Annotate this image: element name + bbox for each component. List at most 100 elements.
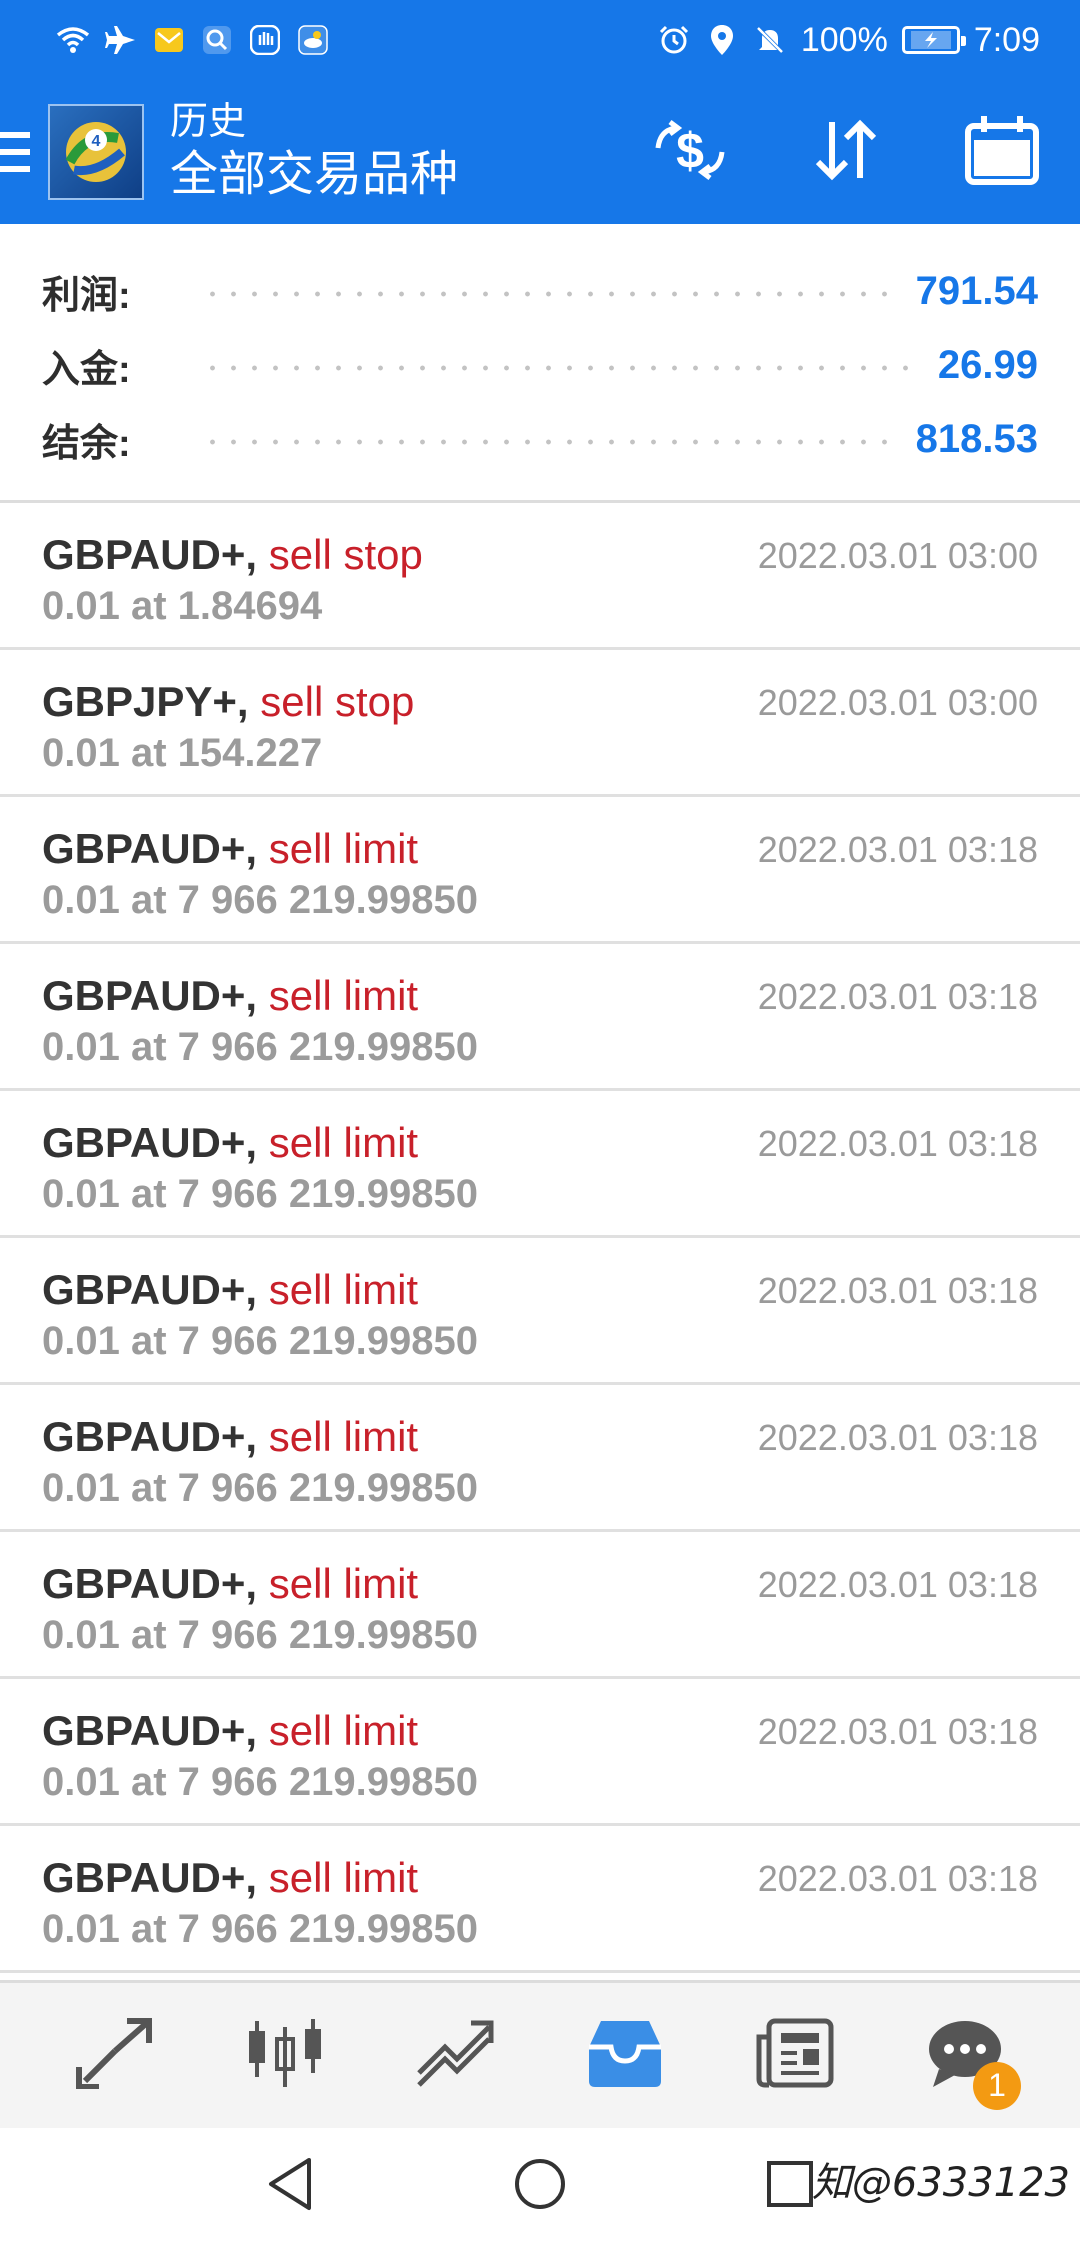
app-bar: 4 历史 全部交易品种 $ bbox=[0, 80, 1080, 224]
page-title: 历史 bbox=[170, 101, 247, 143]
summary-row-balance: 结余: 818.53 bbox=[42, 402, 1038, 476]
alarm-icon bbox=[657, 23, 691, 57]
summary-row-profit: 利润: 791.54 bbox=[42, 254, 1038, 328]
status-bar: 100% 7:09 bbox=[0, 0, 1080, 80]
order-symbol: GBPAUD+, bbox=[42, 825, 258, 872]
battery-icon bbox=[901, 26, 966, 54]
order-symbol: GBPAUD+, bbox=[42, 1266, 258, 1313]
order-detail: 0.01 at 7 966 219.99850 bbox=[42, 1025, 478, 1069]
order-detail: 0.01 at 7 966 219.99850 bbox=[42, 1466, 478, 1510]
clock: 7:09 bbox=[973, 20, 1040, 59]
news-icon bbox=[755, 2017, 835, 2094]
order-type: sell limit bbox=[268, 1266, 419, 1313]
order-time: 2022.03.01 03:00 bbox=[757, 535, 1038, 576]
history-icon bbox=[585, 2017, 665, 2094]
order-time: 2022.03.01 03:18 bbox=[757, 1270, 1038, 1311]
currency-exchange-icon: $ bbox=[650, 118, 730, 187]
order-type: sell stop bbox=[260, 678, 415, 725]
order-symbol: GBPAUD+, bbox=[42, 972, 258, 1019]
metatrader-logo: 4 bbox=[48, 104, 144, 200]
list-item[interactable]: GBPAUD+, sell limit 0.01 at 7 966 219.99… bbox=[0, 1385, 1080, 1532]
list-item[interactable]: GBPAUD+, sell limit 0.01 at 7 966 219.99… bbox=[0, 1091, 1080, 1238]
order-time: 2022.03.01 03:18 bbox=[757, 1858, 1038, 1899]
order-detail: 0.01 at 7 966 219.99850 bbox=[42, 878, 478, 922]
list-item[interactable]: GBPAUD+, sell stop 0.01 at 1.84694 2022.… bbox=[0, 503, 1080, 650]
order-symbol: GBPAUD+, bbox=[42, 1413, 258, 1460]
dotted-leader bbox=[202, 438, 890, 446]
summary-label: 入金: bbox=[42, 348, 131, 391]
back-icon bbox=[265, 2156, 315, 2217]
list-item[interactable]: GBPAUD+, sell limit 0.01 at 7 966 219.99… bbox=[0, 1826, 1080, 1973]
nav-history[interactable] bbox=[565, 1996, 685, 2116]
order-time: 2022.03.01 03:00 bbox=[757, 682, 1038, 723]
dotted-leader bbox=[202, 290, 890, 298]
quotes-icon bbox=[75, 2017, 155, 2094]
order-detail: 0.01 at 7 966 219.99850 bbox=[42, 1907, 478, 1951]
hand-icon bbox=[248, 23, 282, 57]
mute-icon bbox=[753, 23, 787, 57]
home-button[interactable] bbox=[505, 2151, 575, 2221]
airplane-icon bbox=[104, 23, 138, 57]
nav-trade[interactable] bbox=[395, 1996, 515, 2116]
list-item[interactable]: GBPAUD+, sell limit 0.01 at 7 966 219.99… bbox=[0, 1679, 1080, 1826]
currency-exchange-button[interactable]: $ bbox=[612, 80, 768, 224]
status-right: 100% 7:09 bbox=[657, 21, 1040, 60]
summary-value: 26.99 bbox=[937, 342, 1038, 387]
order-detail: 0.01 at 154.227 bbox=[42, 731, 323, 775]
order-type: sell limit bbox=[268, 1560, 419, 1607]
nav-chat[interactable]: 1 bbox=[905, 1996, 1025, 2116]
appbar-actions: $ bbox=[612, 80, 1080, 224]
summary-row-deposit: 入金: 26.99 bbox=[42, 328, 1038, 402]
weather-icon bbox=[296, 23, 330, 57]
chat-badge: 1 bbox=[973, 2061, 1021, 2110]
list-item[interactable]: GBPJPY+, sell stop 0.01 at 154.227 2022.… bbox=[0, 650, 1080, 797]
bottom-nav: 1 bbox=[0, 1980, 1080, 2128]
list-item[interactable]: GBPAUD+, sell limit 0.01 at 7 966 219.99… bbox=[0, 1532, 1080, 1679]
list-item[interactable]: GBPAUD+, sell limit 0.01 at 7 966 219.99… bbox=[0, 1238, 1080, 1385]
menu-icon[interactable] bbox=[0, 80, 44, 224]
summary-panel: 利润: 791.54 入金: 26.99 结余: 818.53 bbox=[0, 224, 1080, 502]
order-symbol: GBPAUD+, bbox=[42, 531, 258, 578]
order-time: 2022.03.01 03:18 bbox=[757, 1564, 1038, 1605]
status-left bbox=[56, 23, 330, 57]
search-icon bbox=[200, 23, 234, 57]
list-item[interactable]: GBPAUD+, sell limit 0.01 at 7 966 219.99… bbox=[0, 797, 1080, 944]
home-icon bbox=[512, 2156, 568, 2217]
order-time: 2022.03.01 03:18 bbox=[757, 1711, 1038, 1752]
summary-label: 利润: bbox=[42, 274, 131, 317]
order-type: sell limit bbox=[268, 825, 419, 872]
order-detail: 0.01 at 7 966 219.99850 bbox=[42, 1319, 478, 1363]
list-item[interactable]: GBPAUD+, sell limit 0.01 at 7 966 219.99… bbox=[0, 944, 1080, 1091]
dotted-leader bbox=[202, 364, 912, 372]
chart-icon bbox=[245, 2017, 325, 2094]
location-icon bbox=[705, 23, 739, 57]
order-time: 2022.03.01 03:18 bbox=[757, 1123, 1038, 1164]
orders-list[interactable]: GBPAUD+, sell stop 0.01 at 1.84694 2022.… bbox=[0, 503, 1080, 1973]
recents-icon bbox=[765, 2159, 815, 2214]
order-detail: 0.01 at 7 966 219.99850 bbox=[42, 1613, 478, 1657]
order-time: 2022.03.01 03:18 bbox=[757, 829, 1038, 870]
titles: 历史 全部交易品种 bbox=[170, 99, 458, 205]
order-type: sell limit bbox=[268, 1707, 419, 1754]
order-symbol: GBPAUD+, bbox=[42, 1707, 258, 1754]
wifi-icon bbox=[56, 23, 90, 57]
order-type: sell limit bbox=[268, 972, 419, 1019]
nav-quotes[interactable] bbox=[55, 1996, 175, 2116]
sort-button[interactable] bbox=[768, 80, 924, 224]
back-button[interactable] bbox=[255, 2151, 325, 2221]
order-time: 2022.03.01 03:18 bbox=[757, 1417, 1038, 1458]
calendar-icon bbox=[964, 114, 1040, 191]
order-symbol: GBPAUD+, bbox=[42, 1854, 258, 1901]
order-symbol: GBPAUD+, bbox=[42, 1560, 258, 1607]
calendar-button[interactable] bbox=[924, 80, 1080, 224]
nav-news[interactable] bbox=[735, 1996, 855, 2116]
order-type: sell limit bbox=[268, 1119, 419, 1166]
symbol-filter[interactable]: 全部交易品种 bbox=[170, 145, 458, 205]
svg-text:4: 4 bbox=[92, 133, 101, 150]
order-time: 2022.03.01 03:18 bbox=[757, 976, 1038, 1017]
order-detail: 0.01 at 7 966 219.99850 bbox=[42, 1172, 478, 1216]
battery-percent: 100% bbox=[800, 20, 888, 59]
nav-chart[interactable] bbox=[225, 1996, 345, 2116]
order-type: sell limit bbox=[268, 1854, 419, 1901]
summary-value: 791.54 bbox=[915, 268, 1038, 313]
